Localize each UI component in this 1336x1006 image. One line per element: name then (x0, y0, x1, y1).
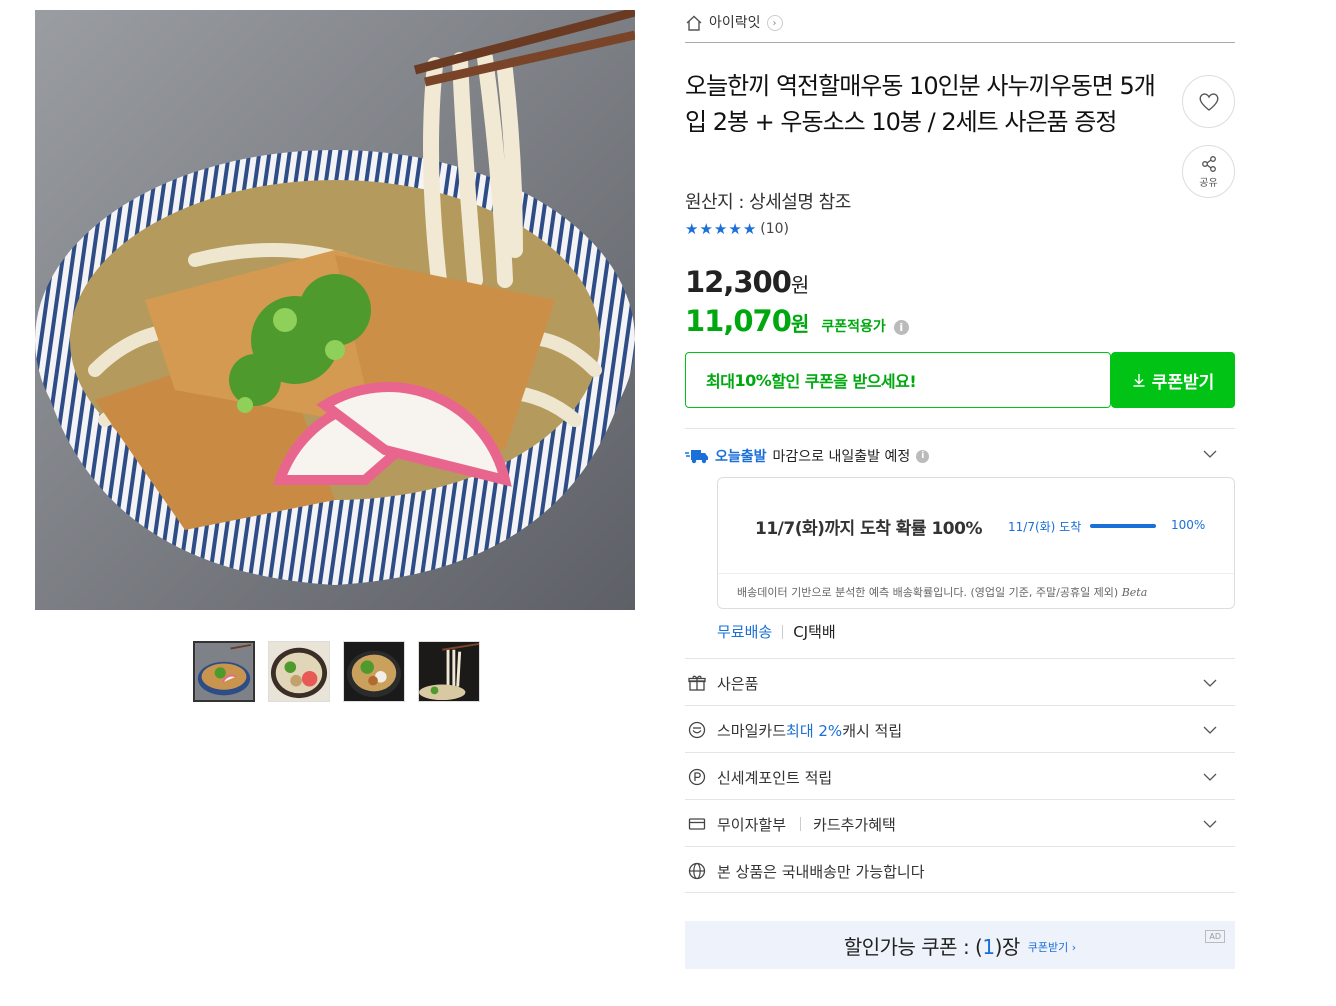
accordion-points[interactable]: 신세계포인트 적립 (685, 754, 1235, 800)
divider (685, 846, 1235, 847)
star-icon: ★ (685, 220, 699, 238)
delivery-probability-fill (1090, 524, 1156, 528)
product-main-image (35, 10, 635, 610)
smilecard-suffix: 캐시 적립 (842, 721, 903, 740)
thumbnail-3[interactable] (343, 641, 405, 702)
sale-price-value: 11,070 (685, 304, 792, 338)
original-price-value: 12,300 (685, 265, 792, 299)
points-label: 신세계포인트 적립 (717, 768, 833, 787)
delivery-probability-bar (1090, 524, 1156, 528)
smilecard-highlight: 최대 2% (786, 721, 843, 740)
delivery-probability-title: 11/7(화)까지 도착 확률 100% (755, 519, 983, 539)
coupon-count: 1 (982, 934, 995, 959)
installment-label: 무이자할부 (717, 815, 787, 834)
wishlist-button[interactable] (1182, 75, 1235, 128)
chevron-down-icon (1203, 773, 1217, 781)
chevron-right-icon[interactable]: › (766, 15, 783, 31)
card-benefit-label: 카드추가혜택 (813, 815, 896, 834)
heart-icon (1198, 92, 1219, 111)
accordion-smilecard[interactable]: 스마일카드 최대 2% 캐시 적립 (685, 707, 1235, 753)
thumbnail-1[interactable] (193, 641, 255, 702)
divider (685, 705, 1235, 706)
divider (685, 799, 1235, 800)
coupon-banner[interactable]: 할인가능 쿠폰 : (1)장 쿠폰받기 › AD (685, 921, 1235, 969)
info-icon[interactable]: i (916, 449, 930, 463)
thumbnail-list (193, 641, 480, 702)
star-icon: ★ (742, 220, 757, 238)
info-icon[interactable]: i (893, 320, 909, 335)
review-count[interactable]: (10) (760, 221, 789, 237)
home-icon (686, 15, 702, 31)
accordion-installment[interactable]: 무이자할부 카드추가혜택 (685, 801, 1235, 847)
separator (782, 624, 784, 639)
original-price: 12,300원 (685, 265, 809, 299)
star-icon: ★ (699, 220, 713, 238)
chevron-down-icon (1203, 679, 1217, 687)
rating[interactable]: ★ ★ ★ ★ ★ (10) (685, 220, 789, 238)
truck-icon (685, 450, 708, 464)
divider (685, 752, 1235, 753)
separator (800, 817, 802, 831)
delivery-disclaimer: 배송데이터 기반으로 분석한 예측 배송확률입니다. (영업일 기준, 주말/공… (737, 584, 1147, 600)
chevron-down-icon[interactable] (1203, 447, 1217, 461)
coupon-prompt-suffix: 할인 쿠폰을 받으세요! (771, 372, 917, 391)
globe-icon (688, 862, 706, 880)
delivery-probability-date: 11/7(화) 도착 (1008, 520, 1082, 534)
get-coupon-button[interactable]: 쿠폰받기 (1111, 352, 1235, 408)
get-coupon-label: 쿠폰받기 (1151, 372, 1215, 393)
coupon-banner-suffix: )장 (994, 934, 1021, 959)
original-price-unit: 원 (790, 273, 809, 297)
gift-label: 사은품 (717, 674, 759, 693)
divider (718, 573, 1234, 574)
smile-icon (688, 721, 706, 739)
download-icon (1133, 374, 1145, 387)
share-button[interactable]: 공유 (1182, 145, 1235, 198)
courier-name: CJ택배 (793, 623, 836, 641)
chevron-down-icon (1203, 726, 1217, 734)
domestic-label: 본 상품은 국내배송만 가능합니다 (717, 862, 925, 881)
delivery-probability-percent: 100% (1171, 518, 1206, 532)
point-icon (688, 768, 706, 786)
today-shipping-row[interactable]: 오늘출발 마감으로 내일출발 예정 i (685, 441, 1235, 471)
coupon-prompt-percent: 10% (734, 370, 772, 390)
origin-text: 원산지 : 상세설명 참조 (685, 192, 851, 213)
thumbnail-4[interactable] (418, 641, 480, 702)
divider (685, 892, 1235, 893)
accordion-gift[interactable]: 사은품 (685, 660, 1235, 706)
product-title: 오늘한끼 역전할매우동 10인분 사누끼우동면 5개입 2봉 + 우동소스 10… (685, 72, 1156, 136)
star-rating: ★ ★ ★ ★ ★ (685, 220, 756, 238)
domestic-shipping-notice: 본 상품은 국내배송만 가능합니다 (685, 848, 1235, 894)
shipping-meta: 무료배송 CJ택배 (717, 621, 836, 642)
coupon-banner-link[interactable]: 쿠폰받기 › (1028, 939, 1076, 955)
thumbnail-2[interactable] (268, 641, 330, 702)
card-icon (688, 818, 706, 830)
chevron-down-icon (1203, 820, 1217, 828)
shop-name-link[interactable]: 아이락잇 (709, 12, 761, 34)
disclaimer-text: 배송데이터 기반으로 분석한 예측 배송확률입니다. (영업일 기준, 주말/공… (737, 586, 1119, 599)
share-label: 공유 (1199, 177, 1218, 189)
today-shipping-label: 오늘출발 (715, 449, 767, 465)
gift-icon (688, 675, 706, 691)
coupon-banner-prefix: 할인가능 쿠폰 : ( (843, 934, 983, 959)
coupon-applied-label: 쿠폰적용가 (821, 319, 886, 335)
divider (685, 428, 1235, 429)
breadcrumb: 아이락잇 › (685, 12, 1235, 43)
ad-badge: AD (1205, 930, 1225, 943)
sale-price: 11,070원 쿠폰적용가 i (685, 304, 909, 338)
free-shipping-label: 무료배송 (717, 623, 773, 641)
coupon-prompt: 최대 10% 할인 쿠폰을 받으세요! (685, 352, 1111, 408)
coupon-banner-text: 할인가능 쿠폰 : (1)장 (844, 931, 1020, 960)
star-icon: ★ (713, 220, 728, 238)
delivery-probability-box: 11/7(화)까지 도착 확률 100% 11/7(화) 도착 100% 배송데… (717, 477, 1235, 609)
smilecard-prefix: 스마일카드 (717, 721, 787, 740)
coupon-prompt-prefix: 최대 (706, 372, 735, 391)
beta-badge: Beta (1121, 586, 1148, 599)
divider (685, 658, 1235, 659)
today-shipping-text: 마감으로 내일출발 예정 (772, 449, 911, 465)
sale-price-unit: 원 (790, 312, 810, 336)
star-icon: ★ (728, 220, 742, 238)
share-icon (1201, 155, 1216, 172)
